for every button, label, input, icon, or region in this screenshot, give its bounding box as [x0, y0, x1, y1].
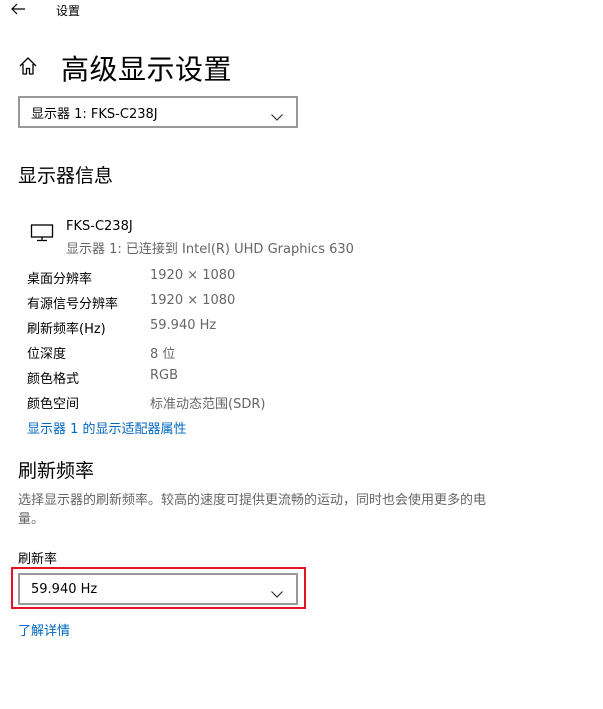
refresh-rate-label: 刷新率: [18, 552, 58, 567]
page-title: 高级显示设置: [61, 53, 233, 86]
info-value-color-format: RGB: [150, 368, 179, 383]
chevron-down-icon: [270, 107, 284, 121]
info-label-active-signal-resolution: 有源信号分辨率: [27, 297, 119, 312]
monitor-icon: [30, 222, 54, 242]
info-value-active-signal-resolution: 1920 × 1080: [150, 293, 236, 308]
info-label-color-space: 颜色空间: [27, 397, 80, 412]
refresh-rate-select[interactable]: 59.940 Hz: [18, 573, 298, 605]
info-value-desktop-resolution: 1920 × 1080: [150, 268, 236, 283]
monitor-name: FKS-C238J: [66, 219, 133, 234]
info-label-color-format: 颜色格式: [27, 372, 80, 387]
monitor-connection: 显示器 1: 已连接到 Intel(R) UHD Graphics 630: [66, 242, 354, 257]
display-info-heading: 显示器信息: [18, 165, 114, 187]
home-icon[interactable]: [17, 55, 39, 77]
info-value-color-space: 标准动态范围(SDR): [150, 397, 266, 412]
display-select[interactable]: 显示器 1: FKS-C238J: [18, 96, 298, 128]
refresh-rate-select-value: 59.940 Hz: [31, 581, 98, 597]
window-title: 设置: [56, 4, 81, 18]
info-label-desktop-resolution: 桌面分辨率: [27, 272, 93, 287]
chevron-down-icon: [270, 584, 284, 598]
info-value-refresh-rate: 59.940 Hz: [150, 318, 217, 333]
adapter-properties-link[interactable]: 显示器 1 的显示适配器属性: [27, 418, 187, 437]
back-arrow-icon[interactable]: [8, 0, 28, 18]
info-label-bit-depth: 位深度: [27, 347, 67, 362]
refresh-rate-description: 选择显示器的刷新频率。较高的速度可提供更流畅的运动，同时也会使用更多的电量。: [18, 493, 487, 527]
info-value-bit-depth: 8 位: [150, 347, 176, 362]
learn-more-link[interactable]: 了解详情: [18, 620, 70, 639]
display-select-value: 显示器 1: FKS-C238J: [31, 106, 158, 122]
refresh-rate-heading: 刷新频率: [18, 460, 95, 482]
info-label-refresh-rate: 刷新频率(Hz): [27, 322, 106, 337]
